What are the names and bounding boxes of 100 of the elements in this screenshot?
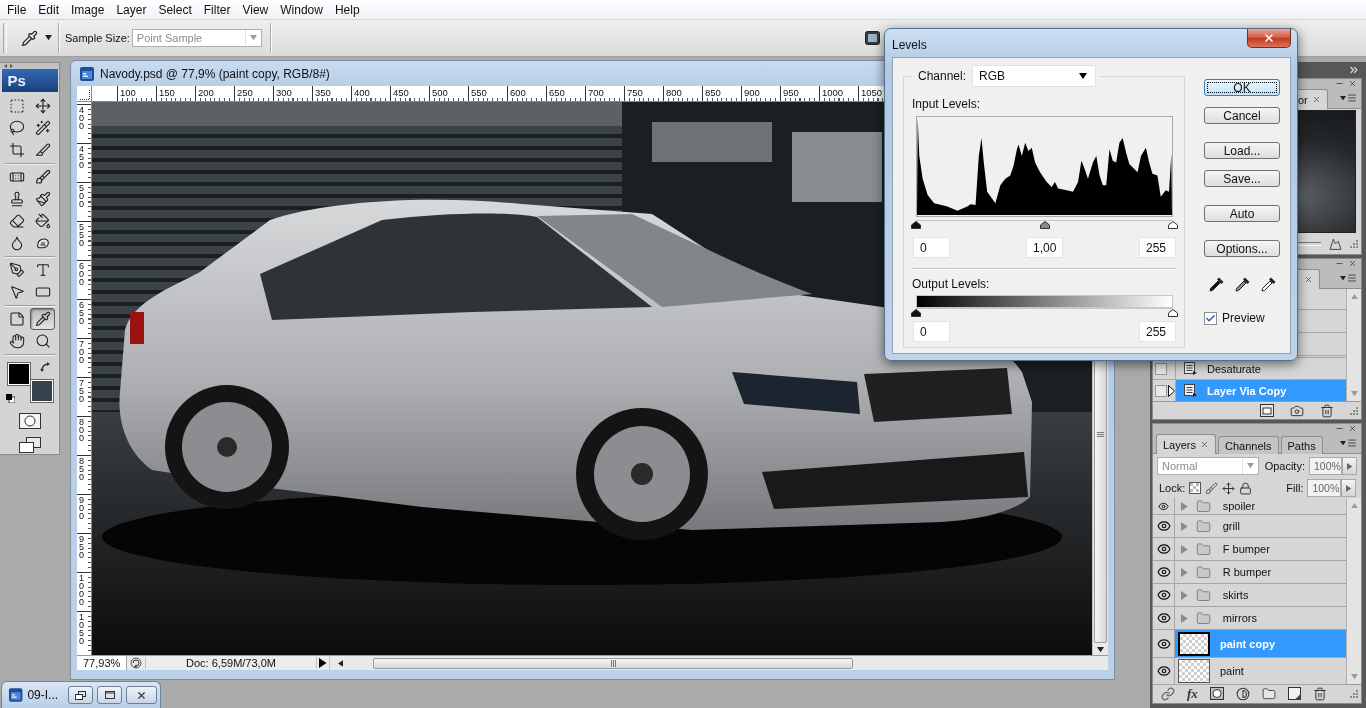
lock-position-button[interactable] xyxy=(1222,481,1236,495)
new-layer-button[interactable] xyxy=(1287,687,1301,700)
history-step[interactable]: Desaturate xyxy=(1176,358,1346,379)
level-field[interactable]: 0 xyxy=(913,237,950,258)
close-icon[interactable] xyxy=(1304,275,1313,284)
menu-item[interactable]: View xyxy=(236,0,275,19)
level-field[interactable]: 255 xyxy=(1139,321,1176,342)
menu-item[interactable]: Select xyxy=(152,0,198,19)
dialog-button[interactable]: Cancel xyxy=(1204,107,1280,124)
close-icon[interactable] xyxy=(1348,79,1357,88)
layer-row[interactable]: F bumper xyxy=(1175,538,1346,560)
close-button[interactable] xyxy=(1247,29,1291,48)
slider-handle[interactable] xyxy=(1168,221,1178,229)
dialog-button[interactable]: OK xyxy=(1204,79,1280,96)
scroll-down-arrow-icon[interactable] xyxy=(1097,646,1104,652)
add-mask-button[interactable] xyxy=(1209,687,1224,700)
tool-button[interactable] xyxy=(30,308,55,330)
eyedropper-button[interactable] xyxy=(1260,276,1277,293)
menu-item[interactable]: Layer xyxy=(110,0,153,19)
triangle-marker-icon[interactable] xyxy=(1168,384,1175,397)
lock-transparency-button[interactable] xyxy=(1189,482,1202,494)
eye-icon[interactable] xyxy=(1158,500,1169,512)
slider-handle[interactable] xyxy=(1039,221,1050,229)
resize-grip-icon[interactable] xyxy=(1350,240,1358,248)
levels-slider[interactable] xyxy=(911,308,1178,317)
minimized-window[interactable]: 09-I... xyxy=(1,681,161,708)
resize-grip-icon[interactable] xyxy=(1350,406,1358,415)
snapshot-button[interactable] xyxy=(1290,403,1304,418)
effects-button[interactable]: fx xyxy=(1187,686,1198,701)
fill-slider-button[interactable] xyxy=(1341,479,1357,497)
slider-handle[interactable] xyxy=(911,309,921,317)
level-field[interactable]: 255 xyxy=(1139,237,1176,258)
slider-handle[interactable] xyxy=(1168,309,1178,317)
panel-tab[interactable]: Layers xyxy=(1156,434,1217,454)
preview-label[interactable]: Preview xyxy=(1222,311,1265,325)
layer-row[interactable]: grill xyxy=(1175,515,1346,537)
menu-item[interactable]: Window xyxy=(274,0,329,19)
tile-icon[interactable] xyxy=(865,31,880,45)
eye-icon[interactable] xyxy=(1156,664,1171,678)
layer-row[interactable]: spoiler xyxy=(1175,498,1346,514)
menu-item[interactable]: Filter xyxy=(197,0,237,19)
adjustment-button[interactable] xyxy=(1235,686,1250,701)
opacity-slider-button[interactable] xyxy=(1342,457,1357,475)
dialog-button[interactable]: Save... xyxy=(1204,170,1280,187)
restore-button[interactable] xyxy=(67,686,94,704)
menu-item[interactable]: Edit xyxy=(32,0,66,19)
scrollbar-thumb[interactable] xyxy=(373,657,854,669)
panel-tab[interactable]: Paths xyxy=(1280,436,1323,454)
default-colors-icon[interactable] xyxy=(5,394,15,403)
eye-icon[interactable] xyxy=(1156,636,1171,651)
ruler-origin-icon[interactable] xyxy=(80,90,90,100)
checkbox[interactable] xyxy=(1204,311,1217,325)
swap-arrow-icon[interactable] xyxy=(39,362,51,373)
foreground-color-swatch[interactable] xyxy=(7,363,30,385)
menu-item[interactable]: Image xyxy=(65,0,111,19)
close-button[interactable] xyxy=(126,686,157,704)
slider-handle[interactable] xyxy=(911,221,921,229)
menu-item[interactable]: File xyxy=(1,0,33,19)
eye-icon[interactable] xyxy=(1156,542,1171,556)
close-icon[interactable] xyxy=(1200,440,1210,449)
dialog-button[interactable]: Auto xyxy=(1204,205,1280,222)
opacity-field[interactable]: 100% xyxy=(1309,457,1343,475)
delete-button[interactable] xyxy=(1320,403,1334,418)
menu-item[interactable]: Help xyxy=(328,0,366,19)
eye-icon[interactable] xyxy=(1156,519,1171,533)
level-field[interactable]: 0 xyxy=(913,321,950,342)
close-icon[interactable] xyxy=(1348,259,1357,268)
close-icon[interactable] xyxy=(1348,424,1357,433)
eyedropper-button[interactable] xyxy=(1234,276,1251,293)
screen-mode-button[interactable] xyxy=(18,437,41,453)
status-button[interactable] xyxy=(127,656,145,670)
layer-row[interactable]: paint xyxy=(1175,658,1346,684)
close-icon[interactable] xyxy=(1311,95,1321,104)
level-field[interactable]: 1,00 xyxy=(1026,237,1063,258)
layer-row[interactable]: skirts xyxy=(1175,584,1346,606)
dialog-button[interactable]: Load... xyxy=(1204,142,1280,159)
layer-row[interactable]: mirrors xyxy=(1175,607,1346,629)
link-layers-button[interactable] xyxy=(1161,686,1175,701)
levels-slider[interactable] xyxy=(911,220,1178,229)
maximize-button[interactable] xyxy=(97,686,123,704)
collapse-arrows-icon[interactable] xyxy=(4,64,13,68)
scroll-left-arrow-icon[interactable] xyxy=(338,659,344,667)
delete-layer-button[interactable] xyxy=(1312,686,1327,701)
fill-field[interactable]: 100% xyxy=(1307,479,1342,497)
dialog-button[interactable]: Options... xyxy=(1204,240,1280,257)
new-group-button[interactable] xyxy=(1261,686,1276,701)
channel-select[interactable]: RGB xyxy=(972,65,1097,87)
eye-icon[interactable] xyxy=(1156,565,1171,579)
layer-row[interactable]: R bumper xyxy=(1175,561,1346,583)
history-source-box[interactable] xyxy=(1155,362,1167,375)
status-menu-button[interactable] xyxy=(317,656,329,670)
mountain-icon[interactable] xyxy=(1329,237,1342,251)
background-color-swatch[interactable] xyxy=(30,380,53,402)
eye-icon[interactable] xyxy=(1156,611,1171,625)
lock-all-button[interactable] xyxy=(1239,481,1253,495)
eye-icon[interactable] xyxy=(1156,588,1171,602)
resize-grip-icon[interactable] xyxy=(1350,689,1358,698)
new-document-button[interactable] xyxy=(1260,404,1274,417)
panel-tab[interactable]: Channels xyxy=(1218,436,1279,454)
double-arrow-icon[interactable] xyxy=(1348,64,1360,76)
